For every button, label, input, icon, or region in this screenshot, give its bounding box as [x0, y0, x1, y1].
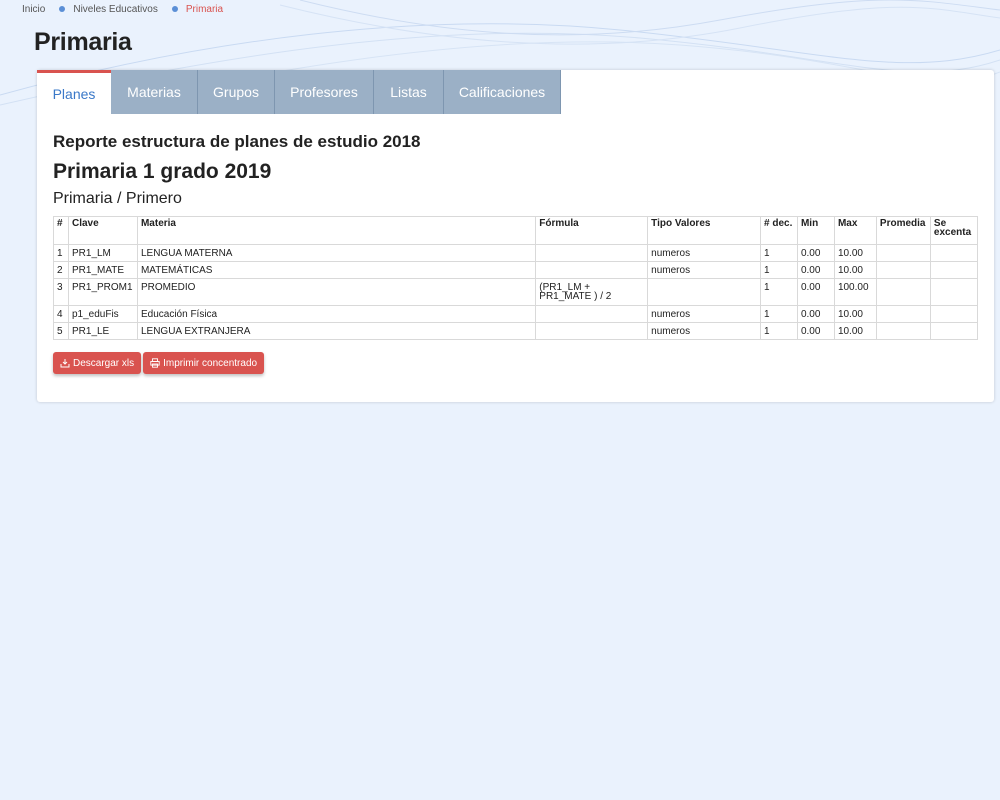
cell-materia: PROMEDIO — [136, 278, 537, 306]
cell-clave: PR1_MATE — [67, 261, 138, 279]
cell-materia: LENGUA MATERNA — [136, 244, 537, 262]
cell-formula — [535, 244, 649, 262]
cell-max: 10.00 — [833, 261, 877, 279]
plan-subtitle: Primaria / Primero — [53, 190, 182, 207]
cell-promedia — [875, 244, 931, 262]
cell-max: 10.00 — [833, 322, 877, 340]
cell-se-excenta — [929, 278, 979, 306]
download-xls-label: Descargar xls — [73, 357, 135, 369]
header-max: Max — [833, 216, 877, 245]
cell-clave: p1_eduFis — [67, 305, 138, 323]
tab-grupos[interactable]: Grupos — [198, 70, 275, 114]
cell-min: 0.00 — [796, 261, 835, 279]
cell-decimales: 1 — [760, 261, 798, 279]
download-xls-button[interactable]: Descargar xls — [53, 352, 142, 374]
cell-tipo-valores: numeros — [647, 322, 761, 340]
table-body: 1 PR1_LM LENGUA MATERNA numeros 1 0.00 10.00 2 P… — [53, 244, 979, 340]
cell-min: 0.00 — [796, 322, 835, 340]
plan-structure-table: # Clave Materia Fórmula Tipo Valores # d… — [53, 216, 979, 340]
page-title: Primaria — [34, 28, 132, 56]
tab-materias[interactable]: Materias — [111, 70, 198, 114]
tab-bar: Planes Materias Grupos Profesores Listas… — [37, 70, 561, 114]
header-se-excenta: Se excenta — [929, 216, 979, 245]
printer-icon — [150, 358, 160, 368]
cell-materia: MATEMÁTICAS — [136, 261, 537, 279]
cell-se-excenta — [929, 322, 979, 340]
table-row: 1 PR1_LM LENGUA MATERNA numeros 1 0.00 10.00 — [53, 244, 979, 262]
table-row: 5 PR1_LE LENGUA EXTRANJERA numeros 1 0.00 10.0… — [53, 322, 979, 340]
breadcrumb-separator-icon — [59, 6, 66, 12]
cell-clave: PR1_LE — [67, 322, 138, 340]
header-min: Min — [796, 216, 835, 245]
cell-decimales: 1 — [760, 305, 798, 323]
action-buttons: Descargar xls Imprimir concentrado — [53, 352, 265, 374]
breadcrumb-separator-icon — [171, 6, 178, 12]
table-row: 4 p1_eduFis Educación Física numeros 1 0.00 10… — [53, 305, 979, 323]
cell-max: 10.00 — [833, 244, 877, 262]
cell-index: 5 — [53, 322, 69, 340]
cell-promedia — [875, 322, 931, 340]
cell-max: 100.00 — [833, 278, 877, 306]
cell-index: 3 — [53, 278, 69, 306]
tab-calificaciones[interactable]: Calificaciones — [444, 70, 561, 114]
header-decimales: # dec. — [760, 216, 798, 245]
cell-formula — [535, 261, 649, 279]
header-formula: Fórmula — [535, 216, 649, 245]
breadcrumb-item-inicio[interactable]: Inicio — [22, 4, 45, 15]
cell-decimales: 1 — [760, 244, 798, 262]
cell-decimales: 1 — [760, 322, 798, 340]
cell-tipo-valores: numeros — [647, 244, 761, 262]
cell-materia: LENGUA EXTRANJERA — [136, 322, 537, 340]
cell-index: 2 — [53, 261, 69, 279]
print-summary-button[interactable]: Imprimir concentrado — [143, 352, 265, 374]
cell-materia: Educación Física — [136, 305, 537, 323]
cell-formula — [535, 322, 649, 340]
breadcrumb-item-current: Primaria — [185, 3, 224, 15]
cell-se-excenta — [929, 244, 979, 262]
table-row: 2 PR1_MATE MATEMÁTICAS numeros 1 0.00 10.00 — [53, 261, 979, 279]
print-summary-label: Imprimir concentrado — [163, 357, 258, 369]
header-promedia: Promedia — [875, 216, 931, 245]
cell-min: 0.00 — [796, 244, 835, 262]
table-header-row: # Clave Materia Fórmula Tipo Valores # d… — [53, 216, 979, 245]
cell-index: 4 — [53, 305, 69, 323]
cell-formula — [535, 305, 649, 323]
cell-min: 0.00 — [796, 278, 835, 306]
cell-index: 1 — [53, 244, 69, 262]
cell-max: 10.00 — [833, 305, 877, 323]
cell-clave: PR1_PROM1 — [67, 278, 138, 306]
tab-listas[interactable]: Listas — [374, 70, 444, 114]
header-index: # — [53, 216, 69, 245]
download-icon — [60, 359, 70, 368]
tab-planes[interactable]: Planes — [37, 70, 111, 114]
header-materia: Materia — [136, 216, 537, 245]
cell-formula: (PR1_LM + PR1_MATE ) / 2 — [535, 278, 649, 306]
cell-clave: PR1_LM — [67, 244, 138, 262]
header-clave: Clave — [67, 216, 138, 245]
cell-se-excenta — [929, 305, 979, 323]
breadcrumb: Inicio Niveles Educativos Primaria — [22, 2, 223, 16]
cell-tipo-valores — [647, 278, 761, 306]
table-row: 3 PR1_PROM1 PROMEDIO (PR1_LM + PR1_MATE ) /… — [53, 278, 979, 306]
cell-promedia — [875, 305, 931, 323]
tab-profesores[interactable]: Profesores — [275, 70, 374, 114]
breadcrumb-item-niveles[interactable]: Niveles Educativos — [73, 4, 157, 15]
header-tipo-valores: Tipo Valores — [647, 216, 761, 245]
cell-decimales: 1 — [760, 278, 798, 306]
cell-tipo-valores: numeros — [647, 305, 761, 323]
plan-title: Primaria 1 grado 2019 — [53, 160, 272, 183]
cell-se-excenta — [929, 261, 979, 279]
cell-promedia — [875, 261, 931, 279]
cell-promedia — [875, 278, 931, 306]
cell-min: 0.00 — [796, 305, 835, 323]
cell-tipo-valores: numeros — [647, 261, 761, 279]
content-card: Planes Materias Grupos Profesores Listas… — [37, 70, 994, 402]
report-title: Reporte estructura de planes de estudio … — [53, 132, 421, 151]
